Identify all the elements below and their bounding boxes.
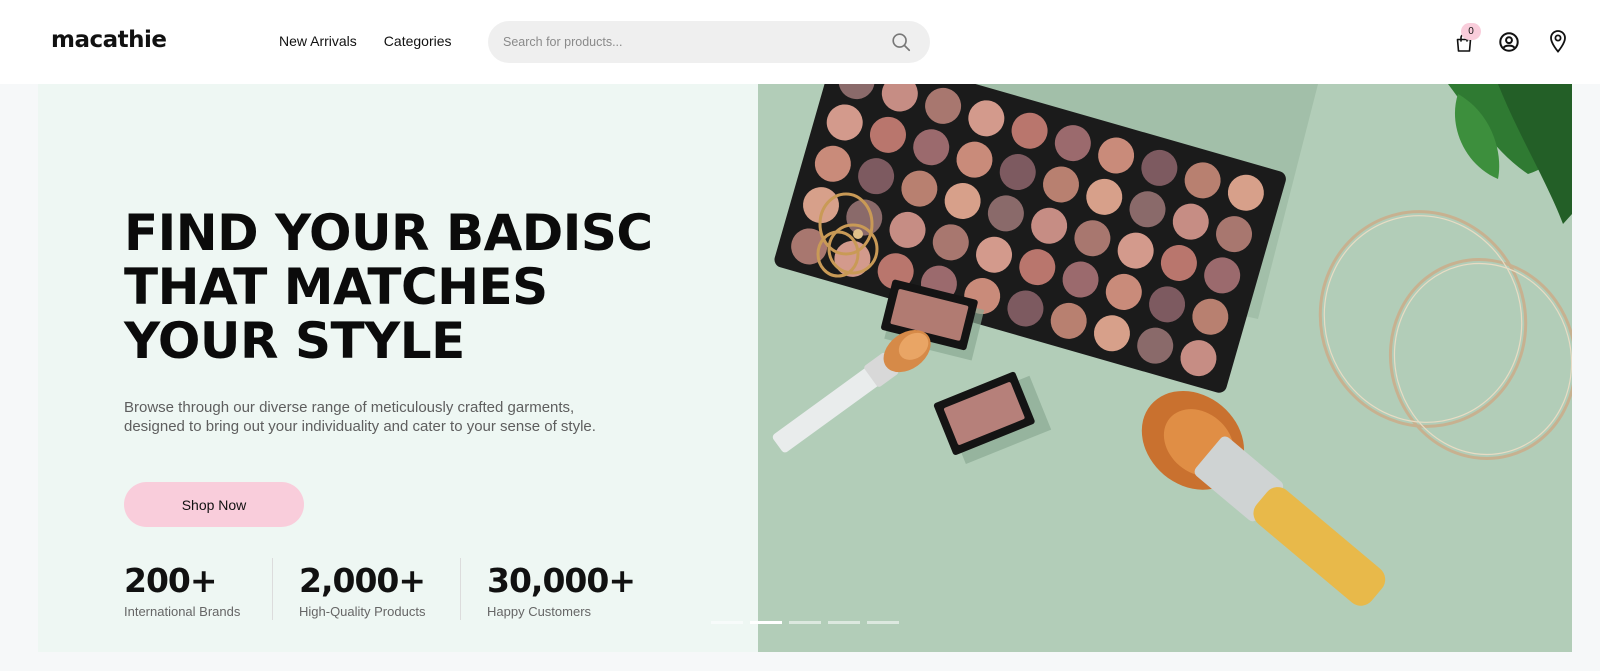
main-nav: New Arrivals Categories xyxy=(279,33,452,49)
stat-divider xyxy=(460,558,461,620)
slide-dot[interactable] xyxy=(867,621,899,624)
location-button[interactable] xyxy=(1546,29,1570,53)
stat-products: 2,000+ High-Quality Products xyxy=(299,561,426,620)
slide-dot-active[interactable] xyxy=(750,621,782,624)
slide-dot[interactable] xyxy=(789,621,821,624)
hero-headline: FIND YOUR BADISC THAT MATCHES YOUR STYLE xyxy=(124,206,684,368)
logo[interactable]: macathie xyxy=(51,27,167,53)
user-icon xyxy=(1499,32,1519,52)
slide-dot[interactable] xyxy=(828,621,860,624)
slide-dot[interactable] xyxy=(711,621,743,624)
location-pin-icon xyxy=(1550,30,1566,53)
headline-line: THAT MATCHES xyxy=(124,258,548,316)
headline-line: YOUR STYLE xyxy=(124,312,465,370)
stat-value: 30,000+ xyxy=(487,561,636,600)
stat-customers: 30,000+ Happy Customers xyxy=(487,561,636,620)
hero-description: Browse through our diverse range of meti… xyxy=(124,399,596,435)
stat-divider xyxy=(272,558,273,620)
cart-count-badge: 0 xyxy=(1461,23,1481,40)
headline-line: FIND YOUR BADISC xyxy=(124,204,653,262)
cosmetics-illustration xyxy=(772,84,1572,606)
search-icon[interactable] xyxy=(890,31,912,53)
account-button[interactable] xyxy=(1497,30,1521,54)
shop-now-button[interactable]: Shop Now xyxy=(124,482,304,527)
nav-categories[interactable]: Categories xyxy=(384,33,452,49)
stat-label: Happy Customers xyxy=(487,604,592,619)
site-header: macathie New Arrivals Categories 0 xyxy=(0,0,1600,84)
stat-label: International Brands xyxy=(124,604,241,619)
search-input[interactable] xyxy=(503,21,863,63)
stat-brands: 200+ International Brands xyxy=(124,561,241,620)
slider-pagination xyxy=(711,621,899,624)
hero-image xyxy=(758,84,1572,652)
nav-new-arrivals[interactable]: New Arrivals xyxy=(279,33,357,49)
stat-value: 2,000+ xyxy=(299,561,426,600)
stat-value: 200+ xyxy=(124,561,218,600)
search-bar xyxy=(488,21,930,63)
stat-label: High-Quality Products xyxy=(299,604,426,619)
